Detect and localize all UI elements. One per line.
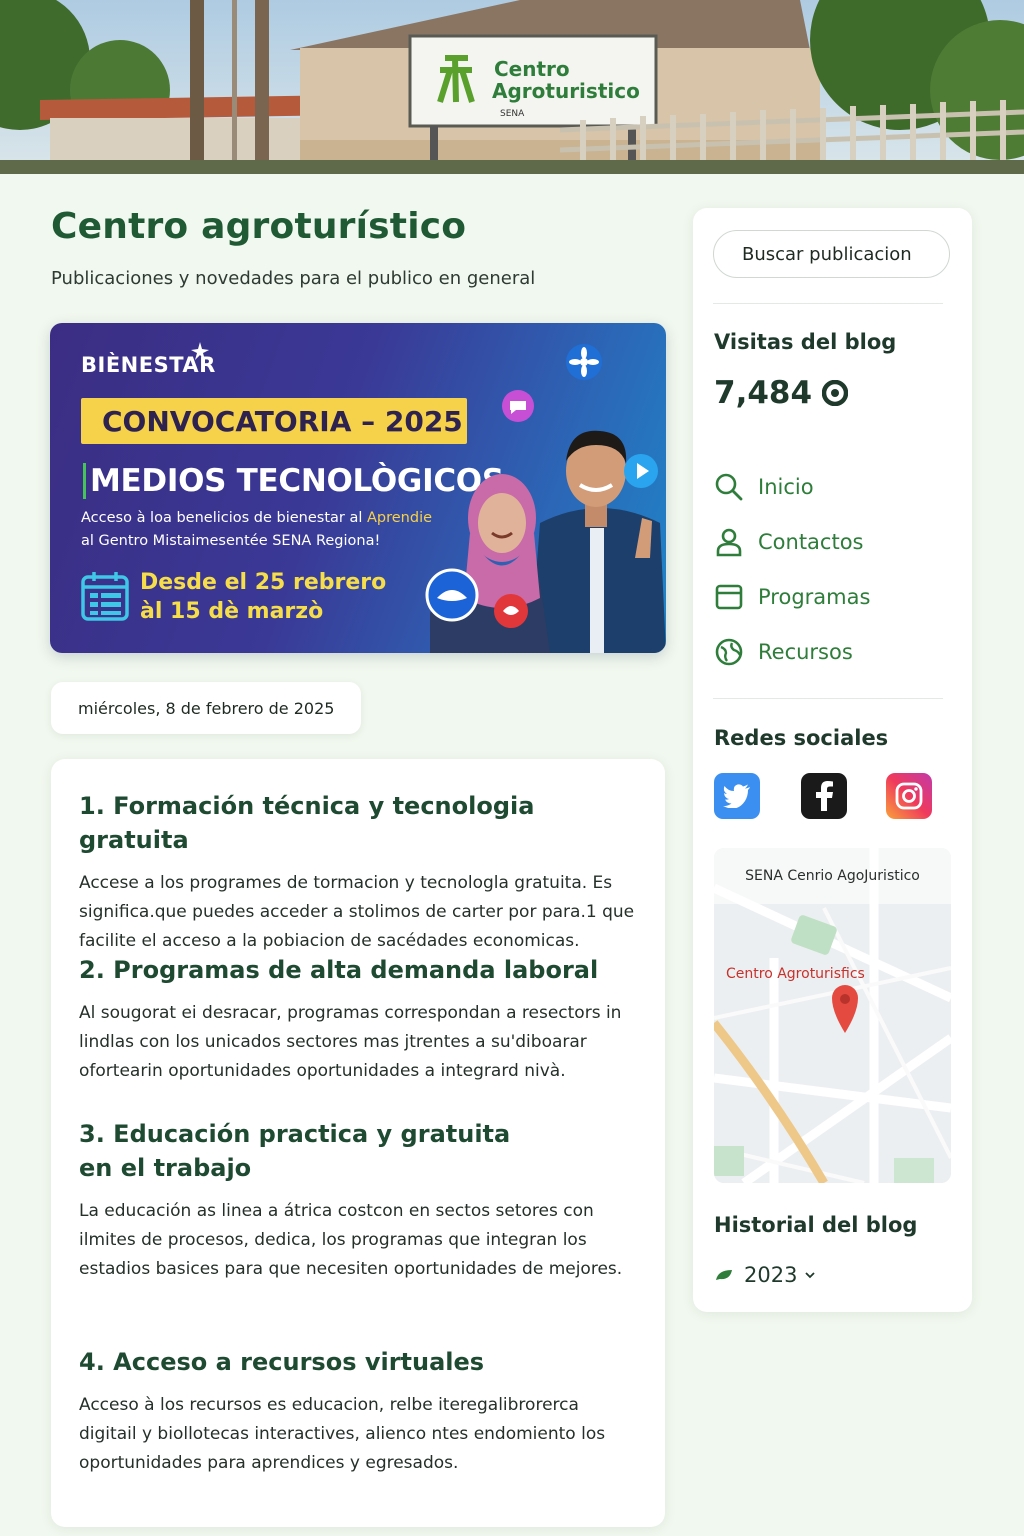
banner-dates: Desde el 25 rebrero àl 15 dè marzò xyxy=(140,568,400,626)
nav-item-contactos[interactable]: Contactos xyxy=(714,527,864,557)
hero-image: Centro Agroturistico SENA xyxy=(0,0,1024,174)
post-card: 1. Formación técnica y tecnologia gratui… xyxy=(51,759,665,1527)
banner-dates-line1: Desde el 25 rebrero xyxy=(140,570,387,595)
map-title: SENA Cenrio AgoJuristico xyxy=(714,848,951,904)
instagram-icon xyxy=(895,782,923,810)
globe-icon xyxy=(714,637,744,667)
post-section-body: La educación as linea a átrica costcon e… xyxy=(79,1201,623,1279)
sidebar: Visitas del blog 7,484 Inicio Contactos … xyxy=(693,208,972,1312)
banner-description: Acceso à loa benelicios de bienestar al … xyxy=(81,507,481,553)
history-year-select[interactable]: 2023 xyxy=(714,1263,816,1287)
chevron-down-icon xyxy=(805,1272,816,1279)
bird-badge-icon xyxy=(425,568,479,622)
hero-sign-small: SENA xyxy=(500,109,525,119)
page-title: Centro agroturístico xyxy=(51,206,467,247)
facebook-button[interactable] xyxy=(801,773,847,819)
heart-badge-icon xyxy=(494,594,528,628)
flower-icon xyxy=(566,344,602,380)
star-icon xyxy=(191,342,209,360)
twitter-button[interactable] xyxy=(714,773,760,819)
banner-desc-line1: Acceso à loa benelicios de bienestar al xyxy=(81,510,367,526)
page-subtitle: Publicaciones y novedades para el public… xyxy=(51,268,536,289)
leaf-icon xyxy=(716,1270,732,1280)
search-icon xyxy=(714,472,744,502)
calendar-icon xyxy=(81,572,129,621)
post-section-title: 2. Programas de alta demanda laboral xyxy=(79,956,599,984)
post-section-2: 2. Programas de alta demanda laboral Al … xyxy=(79,953,639,1086)
map-place-label: Centro Agroturisfics xyxy=(726,966,865,982)
post-section-4: 4. Acceso a recursos virtuales Acceso à … xyxy=(79,1345,639,1478)
hero-sign-line1: Centro xyxy=(494,57,570,81)
nav-item-programas[interactable]: Programas xyxy=(714,582,870,612)
post-date: miércoles, 8 de febrero de 2025 xyxy=(51,682,361,734)
post-section-body: Accese a los programes de tormacion y te… xyxy=(79,873,635,951)
post-section-3: 3. Educación practica y gratuita en el t… xyxy=(79,1117,622,1284)
banner-desc-highlight: Aprendie xyxy=(367,510,433,526)
nav-item-label: Contactos xyxy=(758,530,864,554)
nav-item-label: Recursos xyxy=(758,640,853,664)
history-year: 2023 xyxy=(744,1263,798,1287)
promo-banner[interactable]: BIÈNESTAR CONVOCATORIA – 2025 MEDIOS TEC… xyxy=(50,323,666,653)
nav-item-inicio[interactable]: Inicio xyxy=(714,472,814,502)
chat-bubble-icon xyxy=(502,390,534,422)
search-input[interactable] xyxy=(713,230,950,278)
visits-heading: Visitas del blog xyxy=(714,330,897,354)
visits-counter: 7,484 xyxy=(714,375,849,411)
post-section-body: Acceso à los recursos es educacion, relb… xyxy=(79,1395,606,1473)
post-section-1: 1. Formación técnica y tecnologia gratui… xyxy=(79,789,639,956)
banner-dates-line2: àl 15 dè marzò xyxy=(140,599,324,624)
divider xyxy=(713,698,943,699)
location-map[interactable]: SENA Cenrio AgoJuristico Centro Agroturi… xyxy=(714,848,951,1183)
nav-item-label: Inicio xyxy=(758,475,814,499)
social-heading: Redes sociales xyxy=(714,726,889,750)
facebook-icon xyxy=(816,781,833,811)
post-section-title: 4. Acceso a recursos virtuales xyxy=(79,1348,485,1376)
instagram-button[interactable] xyxy=(886,773,932,819)
post-section-title: 1. Formación técnica y tecnologia gratui… xyxy=(79,792,535,854)
play-icon xyxy=(624,454,658,488)
divider xyxy=(713,303,943,304)
window-icon xyxy=(714,582,744,612)
eye-icon xyxy=(822,380,849,406)
banner-ribbon: CONVOCATORIA – 2025 xyxy=(81,398,467,444)
nav-item-label: Programas xyxy=(758,585,871,609)
post-section-body: Al sougorat ei desracar, programas corre… xyxy=(79,1003,622,1081)
post-section-title: 3. Educación practica y gratuita en el t… xyxy=(79,1120,511,1182)
banner-desc-line2: al Gentro Mistaimesentée SENA Regiona! xyxy=(81,533,381,549)
visits-count: 7,484 xyxy=(714,375,813,411)
user-icon xyxy=(714,527,744,557)
nav-item-recursos[interactable]: Recursos xyxy=(714,637,853,667)
history-heading: Historial del blog xyxy=(714,1213,918,1237)
twitter-icon xyxy=(723,784,750,808)
hero-sign-line2: Agroturistico xyxy=(492,79,640,103)
